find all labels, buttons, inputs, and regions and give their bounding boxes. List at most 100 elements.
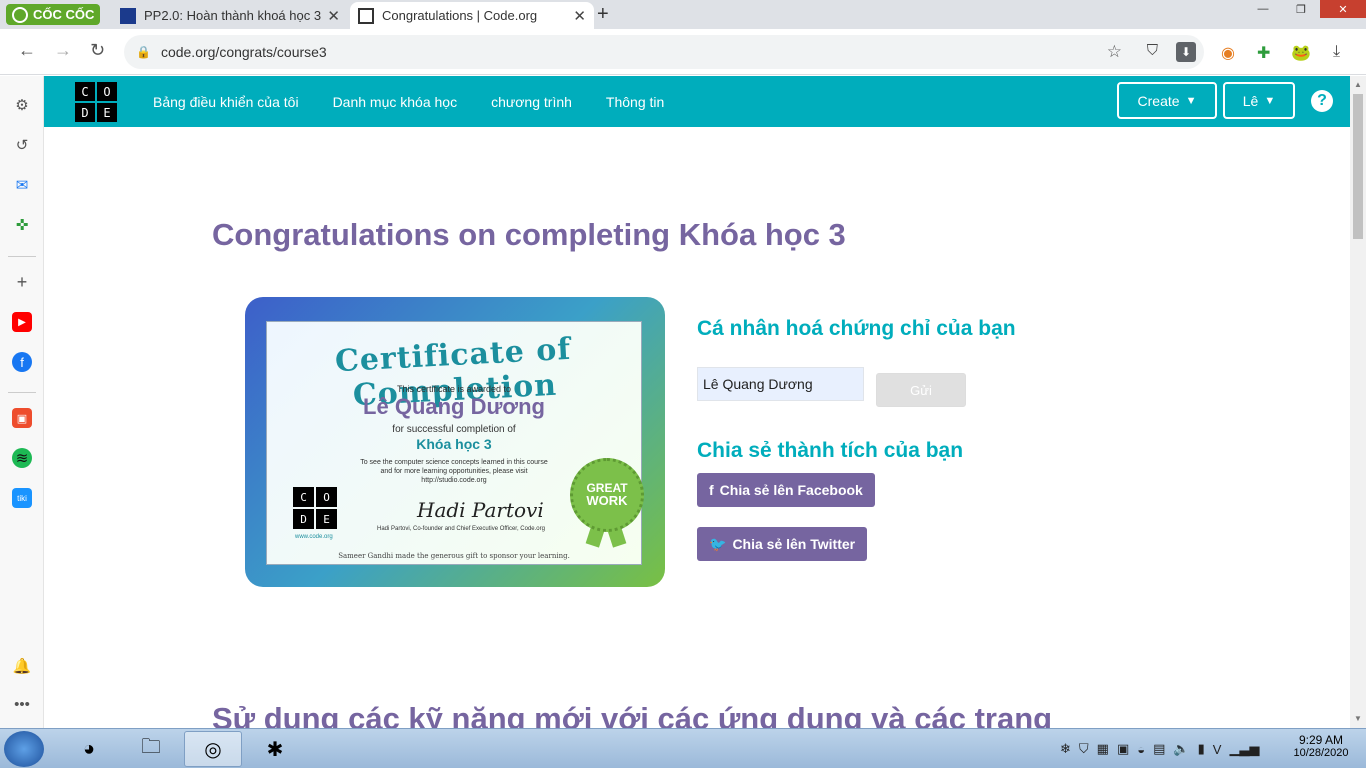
sidebar-divider: [8, 256, 36, 257]
tab-pp2[interactable]: PP2.0: Hoàn thành khoá học 3 ✕: [112, 2, 348, 29]
tray-app-icon[interactable]: ◒: [1137, 742, 1145, 757]
page-title: Congratulations on completing Khóa học 3: [212, 217, 846, 252]
coccoc-extension-icon[interactable]: ◉: [1221, 43, 1235, 63]
certificate-body: Certificate of Completion This certifica…: [266, 321, 644, 565]
tab-congratulations[interactable]: Congratulations | Code.org ✕: [350, 2, 594, 29]
sidebar-divider: [8, 392, 36, 393]
tray-app-icon[interactable]: ❄: [1060, 741, 1071, 757]
share-twitter-button[interactable]: 🐦 Chia sẻ lên Twitter: [697, 527, 868, 561]
windows-taskbar: ◕ 🗀 ◎ ✱ ❄ ⛉ ▦ ▣ ◒ ▤ 🔈 ▮ V ▁▃▅ 9:29 AM 10…: [0, 728, 1366, 768]
messenger-icon[interactable]: ✉: [12, 175, 32, 195]
create-label: Create: [1137, 92, 1180, 109]
chrome-taskbar-icon[interactable]: ◕: [60, 731, 118, 767]
system-tray: ❄ ⛉ ▦ ▣ ◒ ▤ 🔈 ▮ V ▁▃▅: [1060, 729, 1259, 768]
volume-icon[interactable]: 🔈: [1173, 741, 1189, 757]
profile-avatar[interactable]: 🐸: [1291, 43, 1311, 63]
address-bar[interactable]: 🔒 code.org/congrats/course3 ☆ ⛉ ⬇: [124, 35, 1204, 69]
clock-time: 9:29 AM: [1298, 733, 1344, 747]
more-options-icon[interactable]: •••: [12, 694, 32, 714]
facebook-icon: f: [709, 482, 714, 498]
page-scrollbar[interactable]: ▲ ▼: [1350, 76, 1366, 728]
nav-programs[interactable]: chương trình: [491, 94, 572, 110]
browser-brand: CỐC CỐC: [33, 7, 95, 22]
coccoc-taskbar-icon[interactable]: ◎: [184, 731, 242, 767]
logo-letter: D: [293, 509, 314, 529]
browser-toolbar: ← → ↻ 🔒 code.org/congrats/course3 ☆ ⛉ ⬇ …: [0, 29, 1366, 75]
extensions-puzzle-icon[interactable]: ✚: [1257, 43, 1270, 63]
coccoc-logo-icon: [12, 6, 28, 23]
chevron-down-icon: ▼: [1264, 94, 1276, 107]
great-work-seal: GREAT WORK: [570, 458, 644, 532]
submit-button[interactable]: Gửi: [876, 373, 966, 407]
extension-shield-icon[interactable]: ⛉: [1147, 42, 1158, 59]
tray-app-icon[interactable]: ▤: [1153, 741, 1165, 757]
signal-icon[interactable]: ▁▃▅: [1229, 741, 1259, 757]
tray-app-icon[interactable]: ▣: [1117, 741, 1129, 757]
user-menu-button[interactable]: Lê ▼: [1223, 82, 1295, 119]
scrollbar-thumb[interactable]: [1353, 94, 1363, 239]
site-header: C O D E Bảng điều khiển của tôi Danh mục…: [44, 76, 1350, 127]
certificate-signature: Hadi Partovi: [417, 498, 544, 522]
back-icon[interactable]: ←: [18, 40, 36, 61]
logo-letter: C: [75, 82, 95, 101]
certificate-name-input[interactable]: [697, 367, 864, 401]
file-explorer-taskbar-icon[interactable]: 🗀: [122, 731, 180, 767]
game-controller-icon[interactable]: ✜: [12, 215, 32, 235]
spotify-icon[interactable]: ≋: [12, 448, 32, 468]
certificate-course: Khóa học 3: [416, 436, 492, 452]
page-content: Congratulations on completing Khóa học 3…: [44, 127, 1350, 728]
main-nav: Bảng điều khiển của tôi Danh mục khóa họ…: [153, 76, 664, 127]
system-clock[interactable]: 9:29 AM 10/28/2020: [1286, 733, 1356, 759]
close-tab-icon[interactable]: ✕: [327, 7, 340, 25]
share-facebook-label: Chia sẻ lên Facebook: [719, 482, 863, 498]
certificate-awarded: This certificate is awarded to: [396, 384, 512, 394]
close-window-icon[interactable]: ✕: [1320, 0, 1366, 18]
nav-course-catalog[interactable]: Danh mục khóa học: [333, 94, 458, 110]
bookmark-star-icon[interactable]: ☆: [1107, 42, 1122, 62]
scroll-down-icon[interactable]: ▼: [1354, 714, 1362, 723]
input-method-icon[interactable]: V: [1213, 742, 1222, 757]
tiki-icon[interactable]: tiki: [12, 488, 32, 508]
logo-letter: C: [293, 487, 314, 507]
minimize-icon[interactable]: —: [1244, 0, 1282, 18]
settings-gear-icon[interactable]: ⚙: [12, 95, 32, 115]
history-icon[interactable]: ↺: [12, 135, 32, 155]
start-button[interactable]: [4, 731, 44, 767]
tab-favicon-icon: [358, 7, 374, 24]
downloads-icon[interactable]: ⤓: [1333, 43, 1340, 61]
lock-icon[interactable]: 🔒: [136, 45, 151, 59]
tray-network-icon[interactable]: ▦: [1097, 741, 1109, 757]
window-controls: — ❐ ✕: [1244, 0, 1366, 18]
download-page-icon[interactable]: ⬇: [1176, 42, 1196, 62]
user-name: Lê: [1242, 92, 1259, 109]
add-shortcut-icon[interactable]: +: [12, 272, 32, 292]
personalize-heading: Cá nhân hoá chứng chỉ của bạn: [697, 317, 1016, 340]
chevron-down-icon: ▼: [1185, 94, 1197, 107]
coccoc-menu-button[interactable]: CỐC CỐC: [6, 4, 101, 25]
battery-icon[interactable]: ▮: [1198, 741, 1205, 757]
close-tab-icon[interactable]: ✕: [573, 7, 586, 25]
logo-letter: O: [316, 487, 337, 507]
nav-about[interactable]: Thông tin: [606, 94, 664, 110]
tray-shield-icon[interactable]: ⛉: [1079, 741, 1089, 757]
facebook-icon[interactable]: f: [12, 352, 32, 372]
seal-text: WORK: [586, 493, 628, 508]
reload-icon[interactable]: ↻: [90, 40, 105, 61]
forward-icon[interactable]: →: [54, 40, 72, 61]
help-icon[interactable]: ?: [1311, 90, 1333, 112]
new-tab-icon[interactable]: +: [597, 3, 609, 26]
logo-letter: E: [316, 509, 337, 529]
slack-taskbar-icon[interactable]: ✱: [246, 731, 304, 767]
youtube-icon[interactable]: ▶: [12, 312, 32, 332]
scroll-up-icon[interactable]: ▲: [1354, 80, 1362, 89]
shopee-icon[interactable]: ▣: [12, 408, 32, 428]
restore-icon[interactable]: ❐: [1282, 0, 1320, 18]
twitter-icon: 🐦: [709, 535, 727, 552]
code-org-logo[interactable]: C O D E: [75, 82, 117, 122]
share-facebook-button[interactable]: f Chia sẻ lên Facebook: [697, 473, 875, 507]
browser-tab-strip: CỐC CỐC PP2.0: Hoàn thành khoá học 3 ✕ C…: [0, 0, 1366, 29]
create-dropdown-button[interactable]: Create ▼: [1117, 82, 1217, 119]
notifications-bell-icon[interactable]: 🔔: [12, 656, 32, 676]
nav-dashboard[interactable]: Bảng điều khiển của tôi: [153, 94, 299, 110]
certificate-sponsor: Sameer Gandhi made the generous gift to …: [338, 552, 570, 560]
